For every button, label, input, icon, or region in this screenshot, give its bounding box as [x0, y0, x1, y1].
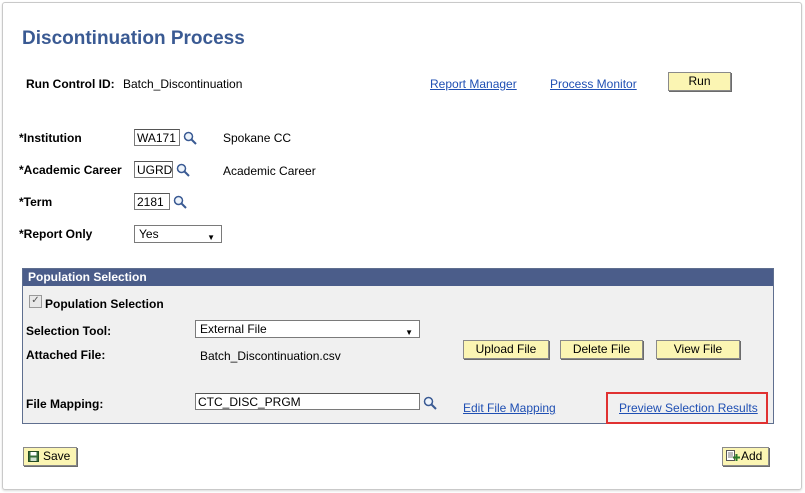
- file-mapping-input[interactable]: CTC_DISC_PRGM: [195, 393, 420, 410]
- save-icon: [28, 451, 39, 462]
- population-selection-header: Population Selection: [23, 269, 773, 286]
- selection-tool-select[interactable]: External File ▼: [195, 320, 420, 338]
- process-monitor-link[interactable]: Process Monitor: [550, 77, 637, 91]
- run-control-value: Batch_Discontinuation: [123, 77, 243, 91]
- chevron-down-icon: ▼: [405, 328, 413, 337]
- population-selection-checkbox[interactable]: ✓: [29, 295, 42, 308]
- chevron-down-icon: ▼: [207, 233, 215, 242]
- selection-tool-label: Selection Tool:: [26, 324, 112, 338]
- file-mapping-label: File Mapping:: [26, 397, 104, 411]
- report-manager-link[interactable]: Report Manager: [430, 77, 517, 91]
- view-file-button[interactable]: View File: [656, 340, 740, 359]
- add-icon: [726, 450, 740, 461]
- preview-highlight-box: [606, 392, 768, 424]
- attached-file-value: Batch_Discontinuation.csv: [200, 349, 341, 363]
- report-only-label: *Report Only: [19, 227, 93, 241]
- run-control-label: Run Control ID:: [26, 77, 115, 91]
- term-label: *Term: [19, 195, 53, 209]
- career-description: Academic Career: [223, 164, 316, 178]
- institution-input[interactable]: WA171: [134, 129, 180, 146]
- report-only-select[interactable]: Yes ▼: [134, 225, 222, 243]
- term-lookup-magnifier-icon[interactable]: [173, 195, 187, 209]
- population-selection-checkbox-label: Population Selection: [45, 297, 164, 311]
- institution-description: Spokane CC: [223, 131, 292, 145]
- page-title: Discontinuation Process: [22, 28, 245, 49]
- attached-file-label: Attached File:: [26, 348, 106, 362]
- career-input[interactable]: UGRD: [134, 161, 173, 178]
- selection-tool-value: External File: [200, 322, 267, 336]
- file-mapping-lookup-magnifier-icon[interactable]: [423, 396, 437, 410]
- career-lookup-magnifier-icon[interactable]: [176, 163, 190, 177]
- save-button[interactable]: Save: [23, 447, 77, 466]
- add-button-label: Add: [741, 449, 763, 463]
- career-label: *Academic Career: [19, 163, 122, 177]
- report-only-value: Yes: [139, 227, 159, 241]
- delete-file-button[interactable]: Delete File: [560, 340, 643, 359]
- upload-file-button[interactable]: Upload File: [463, 340, 549, 359]
- save-button-label: Save: [43, 449, 71, 463]
- institution-label: *Institution: [19, 131, 82, 145]
- term-input[interactable]: 2181: [134, 193, 170, 210]
- run-button[interactable]: Run: [668, 72, 731, 91]
- edit-file-mapping-link[interactable]: Edit File Mapping: [463, 401, 556, 415]
- institution-lookup-magnifier-icon[interactable]: [183, 131, 197, 145]
- add-button[interactable]: Add: [722, 447, 769, 466]
